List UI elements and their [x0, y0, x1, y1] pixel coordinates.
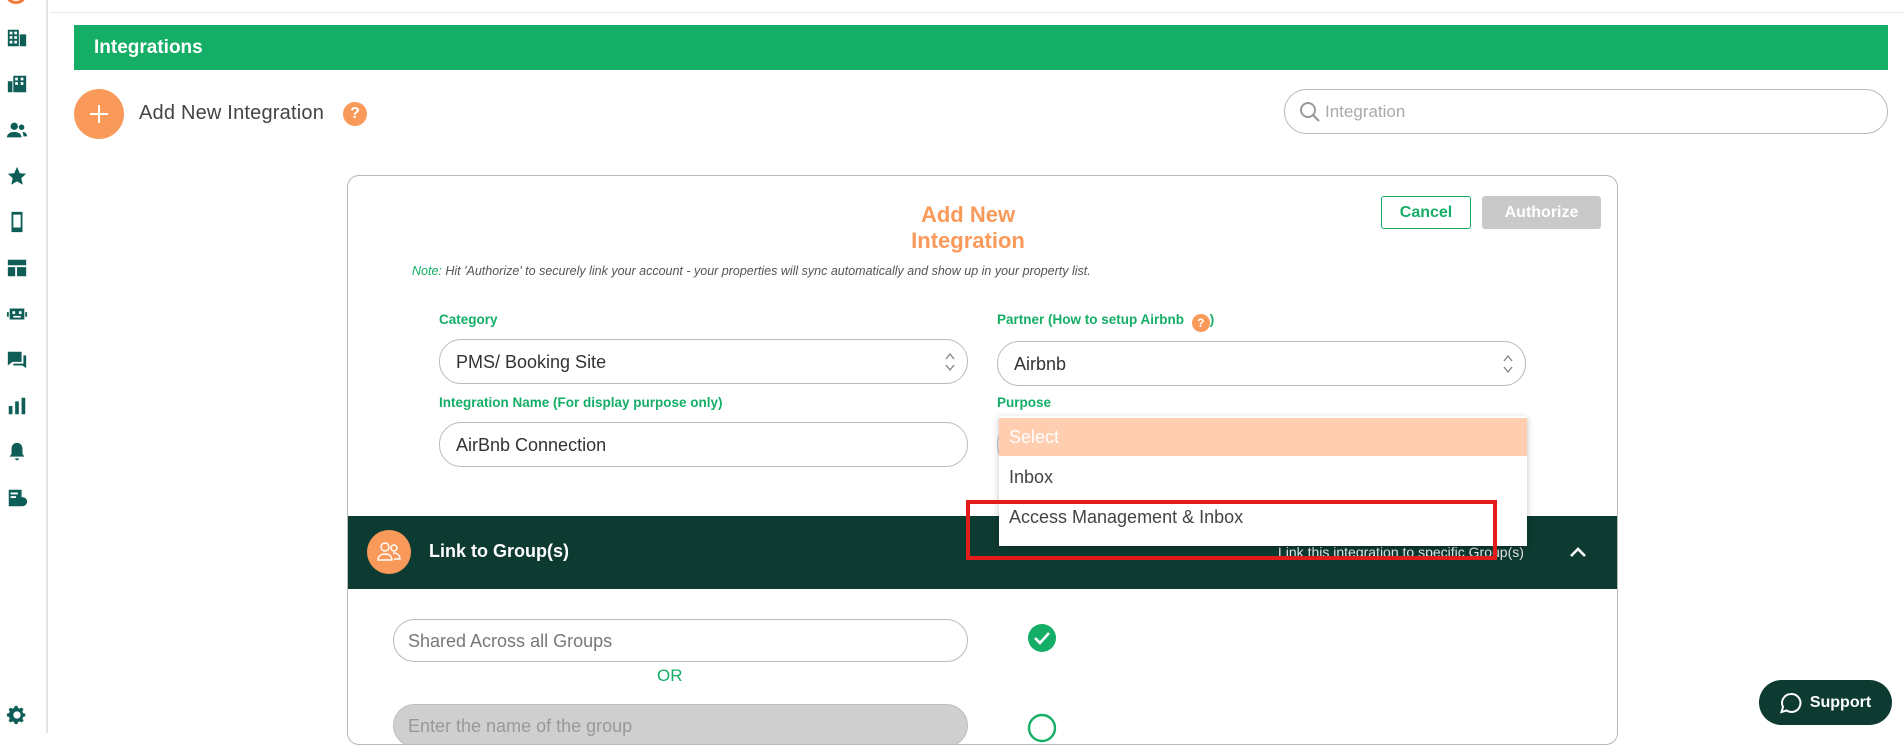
purpose-option-select[interactable]: Select [999, 418, 1527, 456]
plus-icon [90, 105, 108, 123]
note-text: Note: Hit 'Authorize' to securely link y… [412, 264, 1091, 278]
chevron-up-icon[interactable] [1568, 544, 1588, 560]
search-input[interactable] [1325, 98, 1865, 126]
partner-select[interactable]: Airbnb [997, 341, 1526, 386]
highlight-box [966, 500, 1497, 560]
billing-icon[interactable] [5, 486, 29, 510]
brand-mark-icon [6, 0, 26, 4]
partner-help-icon[interactable]: ? [1191, 314, 1210, 332]
bell-icon[interactable] [5, 440, 29, 464]
check-circle-icon[interactable] [1027, 623, 1057, 653]
radio-circle-icon[interactable] [1027, 713, 1057, 743]
help-icon[interactable]: ? [343, 102, 367, 126]
partner-label: Partner (How to setup Airbnb ?) [997, 312, 1214, 332]
chat-bubble-icon [1779, 692, 1802, 713]
mobile-icon[interactable] [5, 210, 29, 234]
robot-icon[interactable] [5, 302, 29, 326]
buildings-icon[interactable] [5, 72, 29, 96]
integration-name-field[interactable]: AirBnb Connection [439, 422, 968, 467]
link-to-groups-title: Link to Group(s) [429, 541, 569, 561]
purpose-label: Purpose [997, 395, 1052, 410]
gear-icon[interactable] [5, 703, 29, 727]
group-name-placeholder: Enter the name of the group [408, 716, 633, 736]
note-body: Hit 'Authorize' to securely link your ac… [445, 264, 1091, 278]
add-integration-button[interactable] [74, 89, 124, 139]
or-divider: OR [657, 666, 683, 685]
add-integration-modal: Add New Integration Cancel Authorize Not… [347, 175, 1618, 745]
category-value: PMS/ Booking Site [456, 352, 607, 372]
search-icon [1300, 102, 1320, 122]
add-integration-title: Add New Integration [139, 102, 325, 124]
integration-name-label: Integration Name (For display purpose on… [439, 395, 723, 410]
partner-value: Airbnb [1014, 354, 1067, 374]
note-label: Note: [412, 264, 442, 278]
users-icon[interactable] [5, 118, 29, 142]
partner-label-close: ) [1209, 312, 1215, 327]
dashboard-icon[interactable] [5, 256, 29, 280]
sidebar [0, 0, 48, 733]
shared-groups-text: Shared Across all Groups [408, 631, 613, 651]
integration-search[interactable] [1284, 89, 1888, 134]
select-arrows-icon [1503, 354, 1513, 374]
purpose-option-inbox[interactable]: Inbox [999, 458, 1527, 496]
support-label: Support [1809, 693, 1872, 711]
modal-title: Add New Integration [911, 202, 1025, 253]
authorize-button[interactable]: Authorize [1482, 196, 1601, 229]
page-title: Integrations [94, 37, 203, 58]
top-divider [50, 12, 1903, 13]
group-name-field[interactable]: Enter the name of the group [393, 704, 968, 744]
category-label: Category [439, 312, 498, 327]
bar-chart-icon[interactable] [5, 394, 29, 418]
page-banner: Integrations [74, 25, 1888, 70]
partner-label-text: Partner (How to setup Airbnb [997, 312, 1185, 327]
chat-icon[interactable] [5, 348, 29, 372]
integration-name-value[interactable]: AirBnb Connection [456, 435, 606, 456]
select-arrows-icon [945, 352, 955, 372]
star-icon[interactable] [5, 164, 29, 188]
cancel-button[interactable]: Cancel [1381, 196, 1471, 229]
category-select[interactable]: PMS/ Booking Site [439, 339, 968, 384]
shared-groups-field[interactable]: Shared Across all Groups [393, 619, 968, 662]
support-button[interactable]: Support [1759, 680, 1892, 725]
group-icon [367, 530, 411, 574]
building-icon[interactable] [5, 26, 29, 50]
